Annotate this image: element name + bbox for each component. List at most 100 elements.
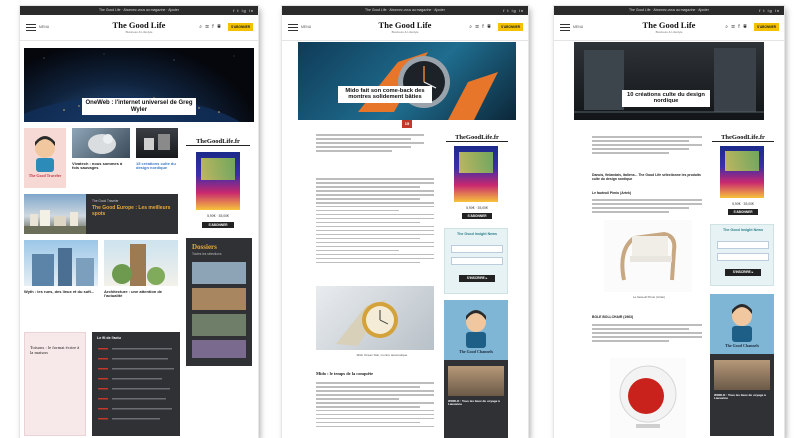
newsletter-email-input-2[interactable] xyxy=(717,253,769,261)
newsletter-title: The Good Insight News xyxy=(723,228,763,232)
newsletter-widget: The Good Insight News S'INSCRIRE ▸ xyxy=(710,224,774,286)
article-intro xyxy=(316,134,424,154)
top-bar: The Good Life · Abonnez-vous au magazine… xyxy=(554,6,784,15)
topbar-text: The Good Life · Abonnez-vous au magazine… xyxy=(99,8,179,12)
social-icons[interactable]: f t ig in xyxy=(759,6,780,15)
topbar-text: The Good Life · Abonnez-vous au magazine… xyxy=(365,8,445,12)
header-icons[interactable]: ⌕ ✉ f ◉ xyxy=(725,24,748,30)
article-thumb-2[interactable] xyxy=(136,128,178,158)
homepage-screenshot: The Good Life · Abonnez-vous au magazine… xyxy=(20,6,258,438)
traveler-illustration[interactable]: The Good Traveler xyxy=(24,128,66,188)
site-tagline: Business & Lifestyle xyxy=(655,30,683,34)
subscribe-button[interactable]: S'ABONNER xyxy=(228,23,253,31)
site-tagline: Business & Lifestyle xyxy=(391,30,419,34)
site-header: MENU The Good Life Business & Lifestyle … xyxy=(282,15,528,41)
design-article-screenshot: The Good Life · Abonnez-vous au magazine… xyxy=(554,6,784,438)
featured-image xyxy=(24,194,86,234)
article-body xyxy=(316,178,434,266)
article-photo[interactable] xyxy=(316,286,434,350)
article-title-3[interactable]: Wyth : les rues, des lieux et du soft... xyxy=(24,289,98,294)
article-body-2 xyxy=(316,382,434,430)
article-thumb-3[interactable] xyxy=(24,240,98,286)
article-title-1[interactable]: Vivatech : nous sommes à fois sauvages xyxy=(72,161,130,171)
photo-caption: Mido Ocean Star, montre automatique xyxy=(356,353,408,357)
channels-story[interactable]: WORLD : Tous les lieux du voyage à Lausa… xyxy=(448,399,504,407)
chair-photo[interactable] xyxy=(604,220,692,292)
article-title-2[interactable]: 15 créations culte du design nordique xyxy=(136,161,180,171)
list-item-1: Le fauteuil Pimio (Artek) xyxy=(592,191,631,195)
top-bar: The Good Life · Abonnez-vous au magazine… xyxy=(20,6,258,15)
newsletter-email-input[interactable] xyxy=(451,245,503,253)
featured-title[interactable]: The Good Europe : Les meilleurs spots xyxy=(92,205,174,217)
newsletter-email-input-2[interactable] xyxy=(451,257,503,265)
article-thumb-1[interactable] xyxy=(72,128,130,158)
sidebar-subscribe-button[interactable]: S'ABONNER xyxy=(462,213,492,219)
magazine-price: 5,90€ · 35,00€ xyxy=(732,202,754,206)
city-skyline-graphic xyxy=(24,210,86,234)
newsletter-title: The Good Insight News xyxy=(457,232,497,236)
site-tagline: Business & Lifestyle xyxy=(125,30,153,34)
channels-photo[interactable] xyxy=(448,366,504,396)
list-item-1-body xyxy=(592,199,702,215)
magazine-cover[interactable] xyxy=(720,146,764,198)
news-list: Le fil de l'actu xyxy=(92,332,180,436)
sidebar-brand[interactable]: TheGoodLife.fr xyxy=(446,134,508,142)
subscribe-button[interactable]: S'ABONNER xyxy=(498,23,523,31)
dossiers-thumbs[interactable] xyxy=(186,238,252,366)
watch-photo-graphic xyxy=(358,52,498,120)
magazine-cover[interactable] xyxy=(454,146,498,202)
bent-chair-graphic xyxy=(620,231,677,281)
traveler-avatar-icon xyxy=(35,136,55,172)
mido-article-screenshot: The Good Life · Abonnez-vous au magazine… xyxy=(282,6,528,438)
newsletter-submit-button[interactable]: S'INSCRIRE ▸ xyxy=(459,275,495,282)
section-heading: Mido : le temps de la conquête xyxy=(316,371,374,376)
bird-photo-graphic xyxy=(88,134,116,154)
news-list-rows[interactable] xyxy=(92,332,180,436)
newsletter-email-input[interactable] xyxy=(717,241,769,249)
article-thumb-4[interactable] xyxy=(104,240,178,286)
ball-chair-graphic xyxy=(619,365,677,428)
channels-title: The Good Channels xyxy=(724,343,759,348)
chair-caption: Le fauteuil Pimio (Artek) xyxy=(632,295,665,299)
subscribe-button[interactable]: S'ABONNER xyxy=(754,23,779,31)
newsletter-submit-button[interactable]: S'INSCRIRE ▸ xyxy=(725,269,761,276)
header-icons[interactable]: ⌕ ✉ f ◉ xyxy=(469,24,492,30)
hero-title[interactable]: 10 créations culte du design nordique xyxy=(622,90,710,107)
site-header: MENU The Good Life Business & Lifestyle … xyxy=(20,15,258,41)
list-item-2: BOLE BOLLCHAIR (1963) xyxy=(592,315,634,319)
sidebar-brand[interactable]: TheGoodLife.fr xyxy=(712,134,774,142)
sidebar-subscribe-button[interactable]: S'ABONNER xyxy=(202,222,234,228)
quote-title: Toisons : le format écrire à la maison xyxy=(30,345,80,356)
hero-image[interactable]: 10 créations culte du design nordique xyxy=(574,42,764,120)
header-icons[interactable]: ⌕ ✉ f ◉ xyxy=(199,24,222,30)
hero-title[interactable]: OneWeb : l'internet universel de Greg Wy… xyxy=(82,98,196,116)
article-intro xyxy=(592,136,702,156)
channels-photo[interactable] xyxy=(714,360,770,390)
site-logo[interactable]: The Good Life xyxy=(554,20,784,30)
social-icons[interactable]: f t ig in xyxy=(233,6,254,15)
newsletter-widget: The Good Insight News S'INSCRIRE ▸ xyxy=(444,228,508,294)
featured-card[interactable]: The Good Traveler The Good Europe : Les … xyxy=(24,194,178,234)
ball-chair-photo[interactable] xyxy=(610,358,686,438)
sidebar-subscribe-button[interactable]: S'ABONNER xyxy=(728,209,758,215)
quote-card[interactable]: Toisons : le format écrire à la maison xyxy=(24,332,86,436)
hero-badge-text: 15 xyxy=(404,121,410,126)
channels-widget[interactable]: The Good Channels WORLD : Tous les lieux… xyxy=(710,294,774,436)
magazine-cover[interactable] xyxy=(196,152,240,210)
site-logo[interactable]: The Good Life xyxy=(20,20,258,30)
article-title-4[interactable]: Architecture : une attention de l'actual… xyxy=(104,289,178,299)
hero-image[interactable]: OneWeb : l'internet universel de Greg Wy… xyxy=(24,48,254,122)
hero-title[interactable]: Mido fait son come-back des montres soli… xyxy=(338,86,432,103)
traveler-label: The Good Traveler xyxy=(28,173,62,178)
top-bar: The Good Life · Abonnez-vous au magazine… xyxy=(282,6,528,15)
channels-widget[interactable]: The Good Channels WORLD : Tous les lieux… xyxy=(444,300,508,438)
featured-kicker: The Good Traveler xyxy=(92,199,119,203)
dossiers-block[interactable]: Dossiers Toutes les sélections xyxy=(186,238,252,366)
design-object-graphic xyxy=(144,134,170,150)
social-icons[interactable]: f t ig in xyxy=(503,6,524,15)
sidebar-brand[interactable]: TheGoodLife.fr xyxy=(186,138,250,146)
channels-story[interactable]: WORLD : Tous les lieux du voyage à Lausa… xyxy=(714,393,770,401)
topbar-text: The Good Life · Abonnez-vous au magazine… xyxy=(629,8,709,12)
nordic-interior-graphic xyxy=(574,48,764,113)
hero-image[interactable]: Mido fait son come-back des montres soli… xyxy=(298,42,516,120)
